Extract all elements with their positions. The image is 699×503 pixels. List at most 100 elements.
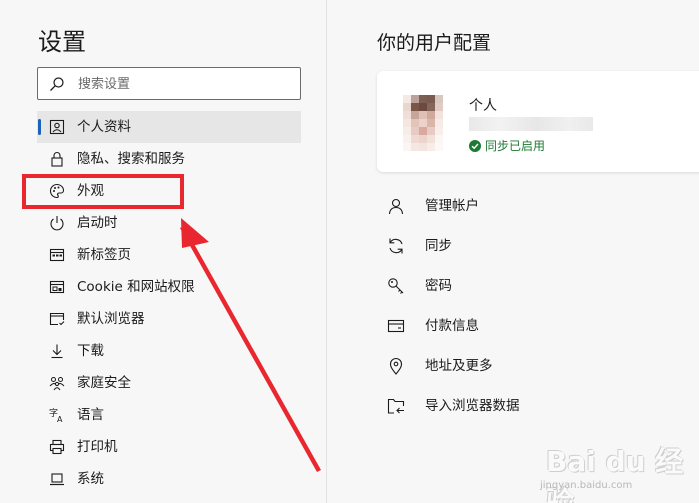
page-title: 你的用户配置 — [377, 32, 492, 54]
sidebar-item-label: 个人资料 — [77, 119, 131, 135]
avatar-pixel — [435, 143, 443, 151]
avatar-pixel — [419, 119, 427, 127]
power-icon — [50, 216, 64, 231]
sidebar-item-label: 默认浏览器 — [77, 311, 145, 327]
avatar-pixel — [419, 111, 427, 119]
profile-name: 个人 — [469, 98, 497, 114]
credit-card-icon — [387, 319, 405, 333]
watermark: Bai du 经验 jingyan.baidu.com — [534, 428, 694, 503]
avatar-pixel — [403, 135, 411, 143]
avatar-pixel — [403, 111, 411, 119]
profile-card[interactable]: 个人 同步已启用 — [377, 71, 699, 172]
browser-icon — [49, 312, 65, 326]
sidebar-item-printers[interactable]: 打印机 — [37, 431, 301, 463]
manage-account-item[interactable]: 管理帐户 — [387, 189, 687, 221]
avatar-pixel — [435, 135, 443, 143]
search-input[interactable] — [78, 72, 292, 96]
payment-info-item[interactable]: 付款信息 — [387, 309, 687, 341]
search-box[interactable] — [37, 67, 301, 100]
avatar-pixel — [427, 143, 435, 151]
sidebar-item-label: 隐私、搜索和服务 — [77, 151, 185, 167]
sync-label: 同步 — [425, 238, 452, 254]
profile-card-icon — [49, 119, 65, 135]
avatar-pixel — [427, 111, 435, 119]
site-permissions-icon — [49, 280, 65, 294]
sidebar-item-profile[interactable]: 个人资料 — [37, 111, 301, 143]
avatar-pixel — [427, 127, 435, 135]
settings-title: 设置 — [38, 28, 86, 56]
avatar-pixel — [435, 111, 443, 119]
avatar-pixel — [411, 95, 419, 103]
manage-account-label: 管理帐户 — [425, 198, 479, 214]
sync-item[interactable]: 同步 — [387, 229, 687, 261]
watermark-brand: Bai du 经验 — [546, 445, 684, 503]
import-data-item[interactable]: 导入浏览器数据 — [387, 389, 687, 421]
passwords-label: 密码 — [425, 278, 452, 294]
sync-status: 同步已启用 — [469, 137, 545, 154]
check-circle-icon — [469, 139, 481, 152]
sidebar-item-label: 新标签页 — [77, 247, 131, 263]
laptop-icon — [50, 473, 64, 486]
sidebar-item-privacy[interactable]: 隐私、搜索和服务 — [37, 143, 301, 175]
avatar-pixel — [419, 135, 427, 143]
sidebar-item-label: 系统 — [77, 471, 104, 487]
avatar-pixel — [427, 95, 435, 103]
avatar-pixel — [411, 119, 419, 127]
avatar — [403, 95, 443, 151]
sidebar-item-default-browser[interactable]: 默认浏览器 — [37, 303, 301, 335]
avatar-pixel — [419, 103, 427, 111]
sidebar-item-label: 启动时 — [77, 215, 118, 231]
search-icon — [50, 77, 64, 91]
avatar-pixel — [427, 135, 435, 143]
avatar-pixel — [411, 111, 419, 119]
sidebar-item-label: 下载 — [77, 343, 104, 359]
avatar-pixel — [419, 143, 427, 151]
person-icon — [388, 198, 404, 215]
avatar-pixel — [411, 103, 419, 111]
addresses-item[interactable]: 地址及更多 — [387, 349, 687, 381]
avatar-pixel — [411, 135, 419, 143]
sync-icon — [389, 238, 403, 254]
avatar-pixel — [427, 103, 435, 111]
avatar-pixel — [435, 119, 443, 127]
printer-icon — [49, 439, 65, 455]
sidebar-item-startup[interactable]: 启动时 — [37, 207, 301, 239]
sidebar-item-downloads[interactable]: 下载 — [37, 335, 301, 367]
sidebar-item-new-tab[interactable]: 新标签页 — [37, 239, 301, 271]
import-icon — [387, 398, 405, 414]
sidebar-item-label: 语言 — [77, 407, 104, 423]
avatar-pixel — [403, 103, 411, 111]
avatar-pixel — [403, 95, 411, 103]
highlight-annotation-box — [22, 174, 184, 209]
avatar-pixel — [403, 119, 411, 127]
avatar-pixel — [411, 127, 419, 135]
location-pin-icon — [389, 358, 403, 375]
sidebar-item-cookies[interactable]: Cookie 和网站权限 — [37, 271, 301, 303]
language-icon: 字 A — [49, 407, 63, 423]
lock-icon — [51, 152, 63, 167]
watermark-url: jingyan.baidu.com — [540, 480, 633, 491]
avatar-pixel — [403, 127, 411, 135]
family-icon — [49, 377, 65, 391]
avatar-pixel — [419, 95, 427, 103]
new-tab-icon — [49, 248, 65, 262]
payment-info-label: 付款信息 — [425, 318, 479, 334]
key-icon — [388, 278, 404, 294]
avatar-pixel — [419, 127, 427, 135]
sidebar-item-system[interactable]: 系统 — [37, 463, 301, 495]
avatar-pixel — [435, 127, 443, 135]
settings-sidebar: 设置 个人资料 隐私、搜索和服务 外观 — [0, 0, 326, 503]
redacted-email — [469, 117, 593, 131]
sidebar-item-family-safety[interactable]: 家庭安全 — [37, 367, 301, 399]
passwords-item[interactable]: 密码 — [387, 269, 687, 301]
addresses-label: 地址及更多 — [425, 358, 493, 374]
sidebar-item-label: 打印机 — [77, 439, 118, 455]
sidebar-item-label: 家庭安全 — [77, 375, 131, 391]
avatar-pixel — [427, 119, 435, 127]
import-data-label: 导入浏览器数据 — [425, 398, 520, 414]
download-icon — [51, 344, 63, 359]
avatar-pixel — [411, 143, 419, 151]
svg-text:A: A — [57, 415, 63, 423]
avatar-pixel — [403, 143, 411, 151]
sidebar-item-languages[interactable]: 字 A 语言 — [37, 399, 301, 431]
